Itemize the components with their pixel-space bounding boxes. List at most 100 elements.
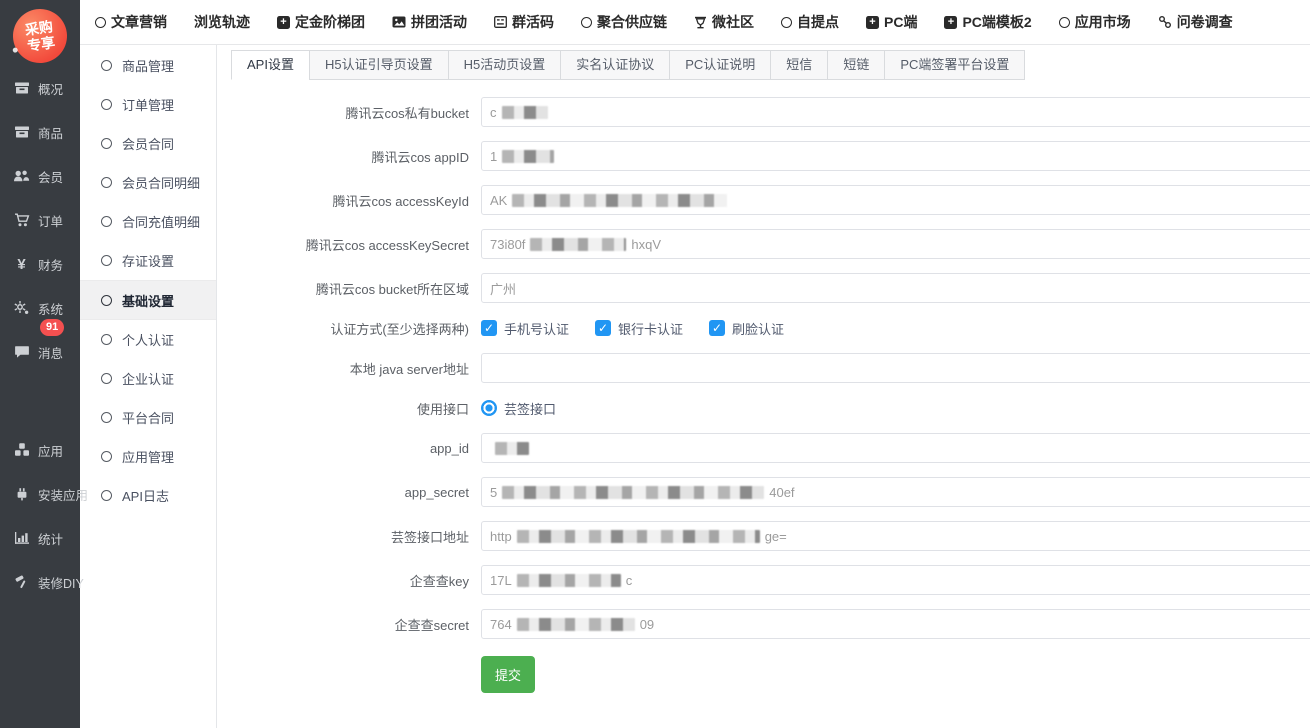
submenu-item-evidence-settings[interactable]: 存证设置 (80, 241, 216, 280)
submenu-item-personal-auth[interactable]: 个人认证 (80, 320, 216, 359)
submenu-item-member-contract[interactable]: 会员合同 (80, 124, 216, 163)
redacted-value (517, 574, 621, 587)
tab-short-link[interactable]: 短链 (827, 50, 885, 80)
sidebar-item-members[interactable]: 会员 (0, 154, 80, 198)
form-row-app-secret: app_secret 5 40ef (231, 477, 1310, 507)
cart-icon (13, 212, 30, 228)
submenu-item-platform-contract[interactable]: 平台合同 (80, 398, 216, 437)
checked-checkbox-icon[interactable] (481, 320, 497, 336)
tab-realname-agreement[interactable]: 实名认证协议 (560, 50, 670, 80)
sidebar-item-statistics[interactable]: 统计 (0, 516, 80, 560)
redacted-value (502, 106, 548, 119)
sidebar-item-label: 应用 (38, 441, 63, 460)
sidebar-item-orders[interactable]: 订单 (0, 198, 80, 242)
field-label: 认证方式(至少选择两种) (231, 319, 481, 338)
cos-bucket-region-input[interactable]: 广州 (481, 273, 1310, 303)
nav-item-group-buy[interactable]: 拼团活动 (392, 12, 467, 32)
form-row-cos-access-key-id: 腾讯云cos accessKeyId AK (231, 185, 1310, 215)
form-row-auth-methods: 认证方式(至少选择两种) 手机号认证 银行卡认证 (231, 317, 1310, 339)
cos-private-bucket-input[interactable]: c (481, 97, 1310, 127)
sidebar-item-label: 概况 (38, 79, 63, 98)
sidebar-item-finance[interactable]: ¥ 财务 (0, 242, 80, 286)
redacted-value (512, 194, 727, 207)
form-row-yunqian-api-url: 芸签接口地址 http ge= (231, 521, 1310, 551)
nav-item-pc-template2[interactable]: + PC端模板2 (944, 12, 1031, 32)
nav-item-article-marketing[interactable]: 文章营销 (95, 12, 167, 32)
circle-icon (101, 216, 112, 227)
nav-item-deposit-ladder-group[interactable]: + 定金阶梯团 (277, 12, 365, 32)
field-label: app_secret (231, 485, 481, 500)
tab-h5-auth-guide[interactable]: H5认证引导页设置 (309, 50, 449, 80)
nav-item-app-market[interactable]: 应用市场 (1059, 12, 1131, 32)
nav-item-group-qr[interactable]: 群活码 (494, 12, 554, 32)
sidebar-item-products[interactable]: 商品 (0, 110, 80, 154)
submenu-item-product-mgmt[interactable]: 商品管理 (80, 46, 216, 85)
sidebar-item-apps[interactable]: 应用 (0, 428, 80, 472)
submenu-item-order-mgmt[interactable]: 订单管理 (80, 85, 216, 124)
circle-icon (101, 255, 112, 266)
form-row-submit: 提交 (231, 653, 1310, 693)
field-label: 腾讯云cos bucket所在区域 (231, 279, 481, 298)
cos-access-key-secret-input[interactable]: 73i80f hxqV (481, 229, 1310, 259)
app-id-input[interactable] (481, 433, 1310, 463)
nav-item-label: PC端 (884, 12, 917, 32)
nav-item-label: 群活码 (512, 12, 554, 32)
nav-item-browse-track[interactable]: 浏览轨迹 (194, 12, 250, 32)
yunqian-api-url-input[interactable]: http ge= (481, 521, 1310, 551)
circle-icon (101, 490, 112, 501)
tab-api-settings[interactable]: API设置 (231, 50, 310, 80)
redacted-value (502, 486, 764, 499)
circle-icon (95, 17, 106, 28)
tab-h5-activity[interactable]: H5活动页设置 (448, 50, 562, 80)
checkbox-option-face-auth[interactable]: 刷脸认证 (709, 319, 784, 338)
submenu-item-contract-recharge-detail[interactable]: 合同充值明细 (80, 202, 216, 241)
brand-logo[interactable]: 采购 专享 (10, 6, 71, 67)
submenu-item-basic-settings[interactable]: 基础设置 (80, 280, 216, 320)
tab-sms[interactable]: 短信 (770, 50, 828, 80)
sidebar-item-decorate-diy[interactable]: 装修DIY (0, 560, 80, 604)
field-label: 腾讯云cos appID (231, 147, 481, 166)
submenu-item-label: 会员合同明细 (122, 173, 200, 192)
sidebar-item-install-apps[interactable]: 安装应用 (0, 472, 80, 516)
submenu-item-app-mgmt[interactable]: 应用管理 (80, 437, 216, 476)
submenu-item-member-contract-detail[interactable]: 会员合同明细 (80, 163, 216, 202)
nav-item-pc-site[interactable]: + PC端 (866, 12, 917, 32)
submenu-item-api-log[interactable]: API日志 (80, 476, 216, 515)
tab-pc-sign-platform[interactable]: PC端签署平台设置 (884, 50, 1025, 80)
cos-access-key-id-input[interactable]: AK (481, 185, 1310, 215)
top-nav: 文章营销 浏览轨迹 + 定金阶梯团 拼团活动 群活码 (80, 0, 1310, 45)
submenu-item-enterprise-auth[interactable]: 企业认证 (80, 359, 216, 398)
app-secret-input[interactable]: 5 40ef (481, 477, 1310, 507)
radio-option-yunqian-interface[interactable]: 芸签接口 (481, 399, 556, 418)
qcc-key-input[interactable]: 17L c (481, 565, 1310, 595)
checked-checkbox-icon[interactable] (709, 320, 725, 336)
redacted-value (530, 238, 626, 251)
checkbox-option-phone-auth[interactable]: 手机号认证 (481, 319, 569, 338)
submenu-item-label: 平台合同 (122, 408, 174, 427)
nav-item-micro-community[interactable]: 微社区 (694, 12, 754, 32)
tab-pc-auth-info[interactable]: PC认证说明 (669, 50, 771, 80)
field-label: 企查查secret (231, 615, 481, 634)
submenu-item-label: 企业认证 (122, 369, 174, 388)
settings-tabs: API设置 H5认证引导页设置 H5活动页设置 实名认证协议 PC认证说明 短信… (231, 50, 1025, 80)
main-column: 文章营销 浏览轨迹 + 定金阶梯团 拼团活动 群活码 (80, 0, 1310, 728)
submit-button[interactable]: 提交 (481, 656, 535, 693)
sidebar-item-label: 商品 (38, 123, 63, 142)
cos-appid-input[interactable]: 1 (481, 141, 1310, 171)
circle-icon (101, 334, 112, 345)
sidebar-item-overview[interactable]: 概况 (0, 66, 80, 110)
selected-radio-icon[interactable] (481, 400, 497, 416)
nav-item-supply-chain[interactable]: 聚合供应链 (581, 12, 667, 32)
trophy-icon (694, 16, 707, 29)
submenu-item-label: 应用管理 (122, 447, 174, 466)
qcc-secret-input[interactable]: 764 09 (481, 609, 1310, 639)
nav-item-pickup-point[interactable]: 自提点 (781, 12, 839, 32)
local-java-server-input[interactable] (481, 353, 1310, 383)
circle-icon (101, 451, 112, 462)
checked-checkbox-icon[interactable] (595, 320, 611, 336)
link-icon (1158, 15, 1172, 29)
checkbox-option-bankcard-auth[interactable]: 银行卡认证 (595, 319, 683, 338)
sidebar-item-messages[interactable]: 91 消息 (0, 330, 80, 374)
nav-item-survey[interactable]: 问卷调查 (1158, 12, 1233, 32)
nav-item-label: 自提点 (797, 12, 839, 32)
